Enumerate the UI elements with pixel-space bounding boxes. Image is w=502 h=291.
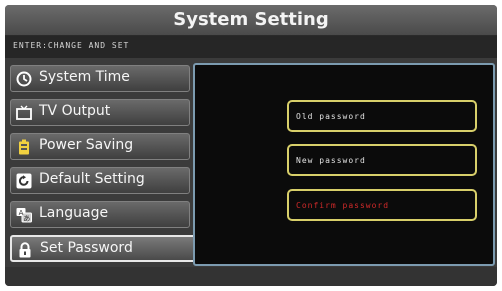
bottom-bar xyxy=(5,267,497,286)
clock-icon xyxy=(16,71,32,87)
lock-icon xyxy=(17,242,33,258)
old-password-placeholder: Old password xyxy=(296,112,366,121)
new-password-placeholder: New password xyxy=(296,156,366,165)
menu-item-label: Default Setting xyxy=(39,171,145,187)
menu-item-system-time[interactable]: System Time xyxy=(10,65,190,92)
menu-item-label: Language xyxy=(39,205,109,221)
page-title: System Setting xyxy=(173,9,329,30)
menu-item-power-saving[interactable]: Power Saving xyxy=(10,133,190,160)
confirm-password-field[interactable]: Confirm password xyxy=(287,189,477,221)
svg-text:あ: あ xyxy=(23,215,30,223)
hint-bar: ENTER:CHANGE AND SET xyxy=(5,36,497,58)
reset-icon xyxy=(16,173,32,189)
menu-item-tv-output[interactable]: TV Output xyxy=(10,99,190,126)
menu-item-set-password[interactable]: Set Password xyxy=(10,235,196,262)
language-icon: A あ xyxy=(16,207,32,223)
settings-screen: System Setting ENTER:CHANGE AND SET Syst… xyxy=(5,5,497,286)
menu-item-label: System Time xyxy=(39,69,130,85)
menu-item-language[interactable]: A あ Language xyxy=(10,201,190,228)
new-password-field[interactable]: New password xyxy=(287,144,477,176)
battery-icon xyxy=(16,139,32,155)
menu-item-label: Set Password xyxy=(40,240,133,256)
tv-icon xyxy=(16,105,32,121)
menu-item-label: Power Saving xyxy=(39,137,134,153)
confirm-password-placeholder: Confirm password xyxy=(296,201,390,210)
menu-item-default-setting[interactable]: Default Setting xyxy=(10,167,190,194)
password-panel: Old password New password Confirm passwo… xyxy=(193,63,495,266)
menu-item-label: TV Output xyxy=(39,103,111,119)
title-bar: System Setting xyxy=(5,5,497,36)
old-password-field[interactable]: Old password xyxy=(287,100,477,132)
hint-text: ENTER:CHANGE AND SET xyxy=(13,41,130,50)
